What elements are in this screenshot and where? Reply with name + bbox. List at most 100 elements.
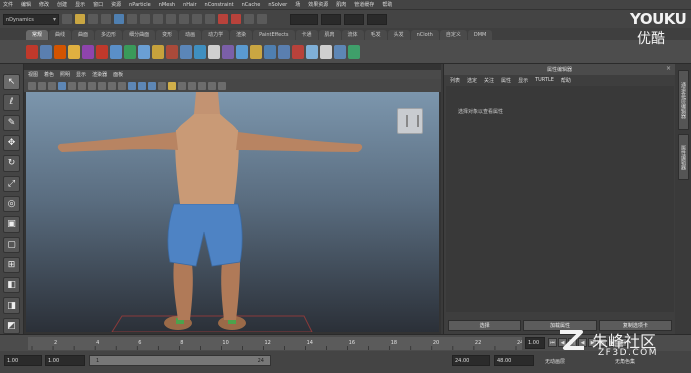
- image-plane-icon[interactable]: [48, 81, 56, 90]
- shelf-tool-icon[interactable]: [54, 44, 66, 59]
- resolution-gate-icon[interactable]: [78, 81, 86, 90]
- shelf-tool-icon[interactable]: [138, 44, 150, 59]
- viewport-menu-item[interactable]: 照明: [60, 71, 70, 78]
- shelf-tool-icon[interactable]: [208, 44, 220, 59]
- hq-render-icon[interactable]: [218, 81, 226, 90]
- input-y-field[interactable]: [344, 13, 364, 25]
- rotate-tool-icon[interactable]: ↻: [3, 155, 20, 172]
- safe-action-icon[interactable]: [108, 81, 116, 90]
- snap-grid-icon[interactable]: [153, 14, 163, 24]
- attribute-menu-item[interactable]: 关注: [484, 77, 494, 84]
- history-icon[interactable]: [205, 14, 215, 24]
- shelf-tool-icon[interactable]: [236, 44, 248, 59]
- field-chart-icon[interactable]: [98, 81, 106, 90]
- shadows-icon[interactable]: [178, 81, 186, 90]
- render-settings-icon[interactable]: [244, 14, 254, 24]
- render-frame-icon[interactable]: [218, 14, 228, 24]
- start-time-field[interactable]: 1.00: [4, 355, 42, 366]
- snap-plane-icon[interactable]: [192, 14, 202, 24]
- shelf-tab[interactable]: 动画: [179, 30, 202, 40]
- menu-item[interactable]: 修改: [39, 1, 49, 8]
- xray-joints-icon[interactable]: [198, 81, 206, 90]
- shelf-tab[interactable]: 渲染: [230, 30, 253, 40]
- save-scene-icon[interactable]: [88, 14, 98, 24]
- range-bar[interactable]: 1 24: [89, 355, 271, 366]
- shelf-tool-icon[interactable]: [348, 44, 360, 59]
- shelf-tab[interactable]: 多边形: [95, 30, 123, 40]
- ipr-render-icon[interactable]: [231, 14, 241, 24]
- input-line-field[interactable]: [290, 13, 318, 25]
- shelf-tool-icon[interactable]: [152, 44, 164, 59]
- shelf-tab[interactable]: 卡通: [295, 30, 318, 40]
- shelf-tab[interactable]: DMM: [467, 30, 493, 40]
- menu-item[interactable]: 创建: [57, 1, 67, 8]
- view-cube-icon[interactable]: [397, 108, 423, 134]
- shelf-tab[interactable]: 细分曲面: [123, 30, 156, 40]
- hypershade-icon[interactable]: [257, 14, 267, 24]
- shelf-tool-icon[interactable]: [124, 44, 136, 59]
- shelf-tool-icon[interactable]: [334, 44, 346, 59]
- shelf-tab[interactable]: PaintEffects: [253, 30, 295, 40]
- menu-item[interactable]: 场: [295, 1, 300, 8]
- lasso-tool-icon[interactable]: ℓ: [3, 94, 20, 111]
- shelf-tool-icon[interactable]: [110, 44, 122, 59]
- gate-mask-icon[interactable]: [88, 81, 96, 90]
- move-tool-icon[interactable]: ✥: [3, 134, 20, 152]
- perspective-viewport[interactable]: [26, 92, 439, 332]
- select-object-icon[interactable]: [114, 14, 124, 24]
- last-tool-icon[interactable]: ▣: [3, 216, 20, 233]
- playback-end-field[interactable]: 24.00: [452, 355, 490, 366]
- lights-icon[interactable]: [168, 81, 176, 90]
- shelf-tab[interactable]: 自定义: [439, 30, 467, 40]
- viewport-menu-item[interactable]: 面板: [113, 71, 123, 78]
- shelf-tool-icon[interactable]: [68, 44, 80, 59]
- end-time-field[interactable]: 48.00: [494, 355, 534, 366]
- xray-icon[interactable]: [188, 81, 196, 90]
- menu-item[interactable]: 文件: [3, 1, 13, 8]
- select-button[interactable]: 选择: [448, 320, 522, 331]
- input-z-field[interactable]: [367, 13, 387, 25]
- shelf-tool-icon[interactable]: [180, 44, 192, 59]
- tab-channel-box[interactable]: 通道盒/层编辑器: [678, 70, 689, 130]
- attribute-menu-item[interactable]: 属性: [501, 77, 511, 84]
- menu-item[interactable]: nParticle: [129, 2, 151, 8]
- menu-item[interactable]: nConstraint: [205, 2, 234, 8]
- menu-item[interactable]: nMesh: [159, 2, 175, 8]
- attribute-menu-item[interactable]: 显示: [518, 77, 528, 84]
- shelf-tool-icon[interactable]: [320, 44, 332, 59]
- attribute-menu-item[interactable]: 选定: [467, 77, 477, 84]
- menu-item[interactable]: 效果资源: [308, 1, 328, 8]
- textured-icon[interactable]: [158, 81, 166, 90]
- current-time-field[interactable]: 1.00: [525, 337, 545, 349]
- shelf-tab[interactable]: nCloth: [410, 30, 439, 40]
- shelf-tool-icon[interactable]: [82, 44, 94, 59]
- shelf-tab[interactable]: 常规: [26, 30, 49, 40]
- shelf-tool-icon[interactable]: [96, 44, 108, 59]
- input-x-field[interactable]: [321, 13, 341, 25]
- menu-item[interactable]: 帮助: [382, 1, 392, 8]
- attribute-menu-item[interactable]: 帮助: [561, 77, 571, 84]
- manipulator-tool-icon[interactable]: ◎: [3, 195, 20, 213]
- go-to-start-icon[interactable]: ⏮: [548, 338, 557, 347]
- menu-set-dropdown[interactable]: nDynamics: [3, 13, 59, 25]
- menu-item[interactable]: nHair: [183, 2, 196, 8]
- wireframe-icon[interactable]: [128, 81, 136, 90]
- shelf-tool-icon[interactable]: [306, 44, 318, 59]
- tab-attribute-editor[interactable]: 属性编辑器: [678, 134, 689, 180]
- persp-graph-layout-icon[interactable]: ◨: [3, 297, 20, 314]
- new-scene-icon[interactable]: [62, 14, 72, 24]
- shelf-tool-icon[interactable]: [194, 44, 206, 59]
- paint-select-tool-icon[interactable]: ✎: [3, 114, 20, 131]
- viewport-menu-item[interactable]: 渲染器: [92, 71, 107, 78]
- shelf-tool-icon[interactable]: [222, 44, 234, 59]
- shelf-tab[interactable]: 头发: [387, 30, 410, 40]
- four-view-layout-icon[interactable]: ⊞: [3, 256, 20, 274]
- select-hierarchy-icon[interactable]: [101, 14, 111, 24]
- shelf-tool-icon[interactable]: [292, 44, 304, 59]
- shelf-tool-icon[interactable]: [264, 44, 276, 59]
- viewport-menu-item[interactable]: 视图: [28, 71, 38, 78]
- attribute-menu-item[interactable]: TURTLE: [535, 77, 554, 83]
- playback-start-field[interactable]: 1.00: [45, 355, 85, 366]
- menu-item[interactable]: nCache: [242, 2, 261, 8]
- snap-curve-icon[interactable]: [166, 14, 176, 24]
